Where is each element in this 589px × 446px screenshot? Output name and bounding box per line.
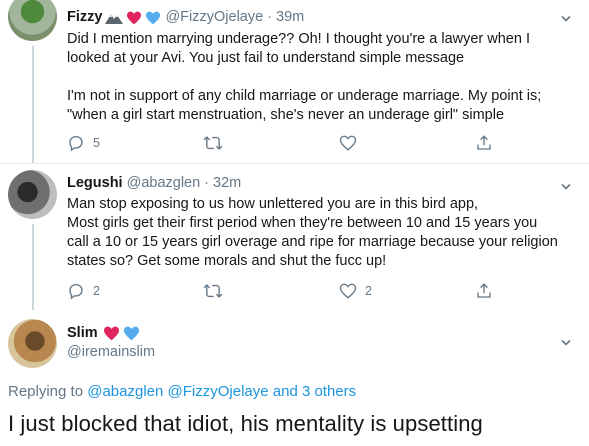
- separator-dot: ·: [267, 9, 273, 25]
- author-name[interactable]: Slim: [67, 324, 98, 343]
- avatar-fizzy[interactable]: [8, 0, 57, 41]
- tweet-line: I'm not in support of any child marriage…: [67, 88, 542, 104]
- tweet-divider: [0, 163, 589, 164]
- retweet-button[interactable]: [203, 134, 339, 152]
- reply-icon: [69, 135, 83, 152]
- tweet-2-header: Legushi @abazglen · 32m: [67, 174, 241, 193]
- like-icon: [339, 283, 357, 299]
- replying-others-link[interactable]: and 3 others: [269, 383, 356, 400]
- tweet-line: Most girls get their first period when t…: [67, 215, 538, 231]
- tweet-line: Did I mention marrying underage?? Oh! I …: [67, 31, 530, 47]
- author-name[interactable]: Legushi: [67, 174, 123, 193]
- tweet-1-text: Did I mention marrying underage?? Oh! I …: [67, 30, 572, 125]
- avatar-slim[interactable]: [8, 319, 57, 368]
- like-icon: [339, 135, 357, 151]
- replying-users-link[interactable]: @abazglen @FizzyOjelaye: [87, 383, 268, 400]
- like-button[interactable]: 2: [339, 282, 475, 300]
- heart-emoji: [126, 11, 142, 25]
- tweet-1-actions: 5: [67, 134, 493, 152]
- share-icon: [477, 135, 491, 150]
- blue-heart-emoji: [123, 326, 140, 341]
- like-button[interactable]: [339, 134, 475, 152]
- thread-line: [32, 224, 34, 310]
- author-name[interactable]: Fizzy: [67, 8, 102, 27]
- tweet-line: "when a girl start menstruation, she's n…: [67, 107, 505, 123]
- caret-down-icon[interactable]: [561, 178, 571, 190]
- heart-emoji: [103, 326, 120, 341]
- tweet-line: call a 10 or 15 years girl overage and r…: [67, 234, 558, 250]
- share-icon: [477, 283, 491, 298]
- mountain-emoji: [105, 11, 124, 25]
- focus-handle-row: @iremainslim: [67, 343, 155, 362]
- tweet-2-text: Man stop exposing to us how unlettered y…: [67, 195, 572, 271]
- tweet-2-actions: 2 2: [67, 282, 493, 300]
- reply-count: 5: [93, 136, 100, 150]
- reply-button[interactable]: 5: [67, 134, 203, 152]
- author-handle[interactable]: @FizzyOjelaye: [165, 8, 263, 27]
- reply-count: 2: [93, 284, 100, 298]
- blue-heart-emoji: [145, 11, 161, 25]
- tweet-1-header: Fizzy @FizzyOjelaye · 39m: [67, 8, 304, 27]
- replying-to: Replying to @abazglen @FizzyOjelaye and …: [8, 383, 356, 400]
- separator-dot: ·: [204, 175, 210, 191]
- replying-prefix: Replying to: [8, 383, 88, 400]
- share-button[interactable]: [475, 282, 493, 300]
- tweet-line: Man stop exposing to us how unlettered y…: [67, 196, 479, 212]
- tweet-time[interactable]: 39m: [276, 8, 304, 27]
- retweet-button[interactable]: [203, 282, 339, 300]
- reply-icon: [69, 283, 83, 300]
- reply-button[interactable]: 2: [67, 282, 203, 300]
- caret-down-icon[interactable]: [561, 10, 571, 22]
- tweet-line: looked at your Avi. You just fail to und…: [67, 50, 465, 66]
- tweet-time[interactable]: 32m: [213, 174, 241, 193]
- author-handle[interactable]: @iremainslim: [67, 343, 155, 362]
- focus-header: Slim: [67, 324, 140, 343]
- retweet-icon: [203, 284, 223, 298]
- share-button[interactable]: [475, 134, 493, 152]
- tweet-line: states so? Get some morals and shut the …: [67, 253, 387, 269]
- thread-line: [32, 46, 34, 163]
- like-count: 2: [365, 284, 372, 298]
- caret-down-icon[interactable]: [561, 334, 571, 346]
- retweet-icon: [203, 136, 223, 150]
- focus-tweet-text: I just blocked that idiot, his mentality…: [8, 411, 483, 436]
- avatar-legushi[interactable]: [8, 170, 57, 219]
- author-handle[interactable]: @abazglen: [127, 174, 201, 193]
- tweet-line-blank: [67, 68, 572, 87]
